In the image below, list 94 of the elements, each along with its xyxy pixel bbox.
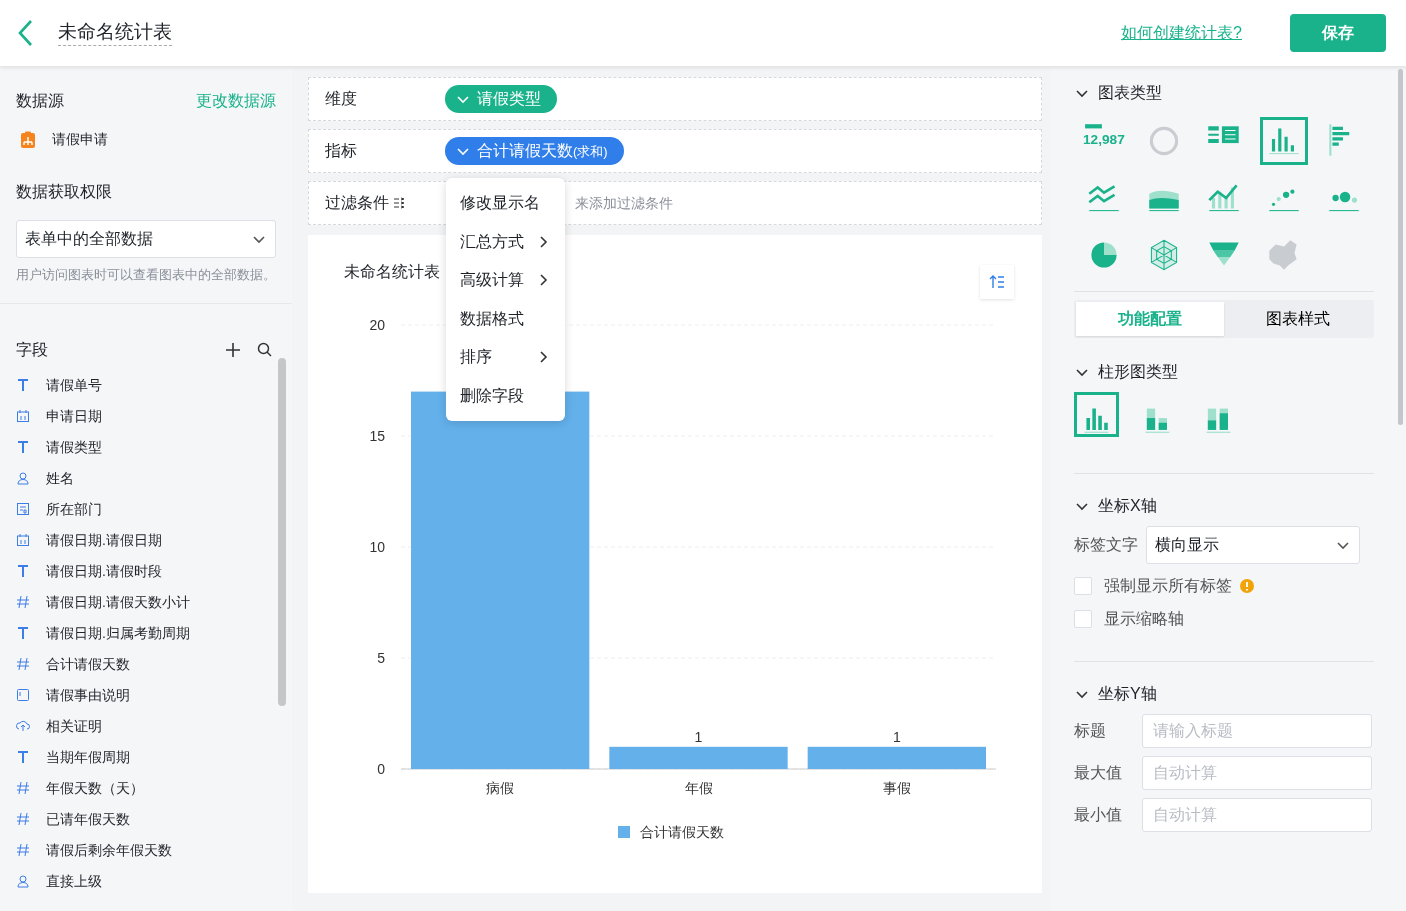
field-item[interactable]: 请假类型 bbox=[16, 431, 274, 463]
field-type-icon bbox=[16, 533, 30, 548]
form-icon bbox=[20, 130, 36, 149]
checkbox[interactable] bbox=[1074, 610, 1092, 629]
metric-pill[interactable]: 合计请假天数(求和) bbox=[445, 137, 624, 165]
sample-number: 12,987 bbox=[1083, 132, 1125, 148]
field-item[interactable]: 请假日期.归属考勤周期 bbox=[16, 617, 274, 649]
field-type-icon bbox=[16, 378, 30, 393]
back-icon[interactable] bbox=[16, 19, 34, 47]
filter-hint: 来添加过滤条件 bbox=[575, 193, 673, 213]
field-item[interactable]: 年假天数（天） bbox=[16, 772, 274, 804]
chart-heading: 未命名统计表 bbox=[344, 262, 440, 282]
sort-icon bbox=[989, 275, 1005, 289]
field-label: 最大值 bbox=[1074, 763, 1123, 784]
row-label: 指标 bbox=[325, 141, 358, 161]
menu-item[interactable]: 数据格式 bbox=[446, 299, 565, 338]
field-type-icon bbox=[16, 843, 30, 858]
menu-item[interactable]: 排序 bbox=[446, 338, 565, 377]
field-type-icon bbox=[16, 688, 30, 703]
field-label: 标题 bbox=[1074, 721, 1107, 742]
datasource-name: 请假申请 bbox=[52, 130, 108, 149]
section-label: 数据获取权限 bbox=[16, 182, 113, 202]
field-type-icon bbox=[16, 502, 30, 517]
field-item[interactable]: 姓名 bbox=[16, 462, 274, 494]
y-tick-label: 20 bbox=[369, 317, 385, 333]
add-icon[interactable] bbox=[225, 341, 241, 358]
field-item[interactable]: 请假日期.请假日期 bbox=[16, 524, 274, 556]
field-type-icon bbox=[16, 564, 30, 579]
menu-item[interactable]: 修改显示名 bbox=[446, 184, 565, 223]
checkbox-label: 显示缩略轴 bbox=[1104, 609, 1184, 630]
field-item[interactable]: 请假日期.请假时段 bbox=[16, 555, 274, 587]
x-tick-label: 年假 bbox=[684, 780, 713, 796]
permission-select[interactable]: 表单中的全部数据 bbox=[16, 220, 276, 258]
section-header[interactable]: 柱形图类型 bbox=[1074, 360, 1382, 384]
field-item[interactable]: 申请日期 bbox=[16, 400, 274, 432]
field-type-icon bbox=[16, 595, 30, 610]
sort-button[interactable] bbox=[980, 265, 1014, 299]
value-label: 1 bbox=[694, 728, 703, 745]
config-tab[interactable]: 图表样式 bbox=[1224, 302, 1372, 336]
section-header[interactable]: 坐标X轴 bbox=[1074, 494, 1382, 518]
field-item[interactable]: 合计请假天数 bbox=[16, 648, 274, 680]
checkbox-label: 强制显示所有标签 bbox=[1104, 575, 1232, 596]
row-label: 过滤条件 bbox=[325, 193, 389, 213]
legend-label: 合计请假天数 bbox=[640, 824, 724, 840]
bar-style-icon[interactable] bbox=[1074, 392, 1119, 437]
x-tick-label: 病假 bbox=[486, 780, 515, 796]
menu-item[interactable]: 汇总方式 bbox=[446, 222, 565, 261]
section-label: 数据源 bbox=[16, 91, 64, 111]
label-direction-select[interactable]: 横向显示 bbox=[1146, 526, 1360, 564]
field-type-icon bbox=[16, 626, 30, 641]
field-type-icon bbox=[16, 812, 30, 827]
menu-item[interactable]: 高级计算 bbox=[446, 261, 565, 300]
input-field[interactable]: 自动计算 bbox=[1142, 756, 1372, 791]
field-item[interactable]: 当期年假周期 bbox=[16, 741, 274, 773]
legend-swatch bbox=[618, 826, 630, 838]
row-label: 维度 bbox=[325, 89, 358, 109]
y-tick-label: 0 bbox=[377, 761, 385, 777]
field-label: 标签文字 bbox=[1074, 535, 1138, 555]
section-header[interactable]: 坐标Y轴 bbox=[1074, 682, 1382, 707]
y-tick-label: 5 bbox=[377, 650, 385, 666]
field-type-icon bbox=[16, 750, 30, 765]
checkbox[interactable] bbox=[1074, 576, 1092, 595]
value-label: 1 bbox=[892, 728, 901, 745]
field-type-icon bbox=[16, 874, 30, 889]
field-label: 最小值 bbox=[1074, 805, 1123, 826]
scrollbar[interactable] bbox=[1398, 69, 1403, 425]
fields-label: 字段 bbox=[16, 339, 48, 360]
field-item[interactable]: 请假后剩余年假天数 bbox=[16, 834, 274, 866]
field-item[interactable]: 请假日期.请假天数小计 bbox=[16, 586, 274, 618]
field-type-icon bbox=[16, 657, 30, 672]
y-tick-label: 10 bbox=[369, 539, 385, 555]
field-item[interactable]: 相关证明 bbox=[16, 710, 274, 742]
section-header[interactable]: 图表类型 bbox=[1074, 81, 1382, 105]
field-type-icon bbox=[16, 409, 30, 424]
field-item[interactable]: 请假单号 bbox=[16, 369, 274, 401]
menu-item[interactable]: 删除字段 bbox=[446, 376, 565, 415]
field-type-icon bbox=[16, 440, 30, 455]
field-type-icon bbox=[16, 781, 30, 796]
chart-title[interactable]: 未命名统计表 bbox=[58, 20, 172, 46]
field-item[interactable]: 所在部门 bbox=[16, 493, 274, 525]
scrollbar[interactable] bbox=[278, 357, 286, 706]
field-type-icon bbox=[16, 719, 30, 734]
input-field[interactable]: 请输入标题 bbox=[1142, 714, 1372, 749]
field-type-icon bbox=[16, 471, 30, 486]
x-tick-label: 事假 bbox=[882, 780, 911, 796]
permission-hint: 用户访问图表时可以查看图表中的全部数据。 bbox=[16, 266, 276, 284]
search-icon[interactable] bbox=[257, 341, 272, 357]
bar-chart-icon[interactable] bbox=[1263, 120, 1305, 162]
field-item[interactable]: 直接上级 bbox=[16, 865, 274, 897]
y-tick-label: 15 bbox=[369, 428, 385, 444]
list-icon bbox=[393, 197, 405, 209]
input-field[interactable]: 自动计算 bbox=[1142, 798, 1372, 833]
field-item[interactable]: 请假事由说明 bbox=[16, 679, 274, 711]
field-item[interactable]: 已请年假天数 bbox=[16, 803, 274, 835]
